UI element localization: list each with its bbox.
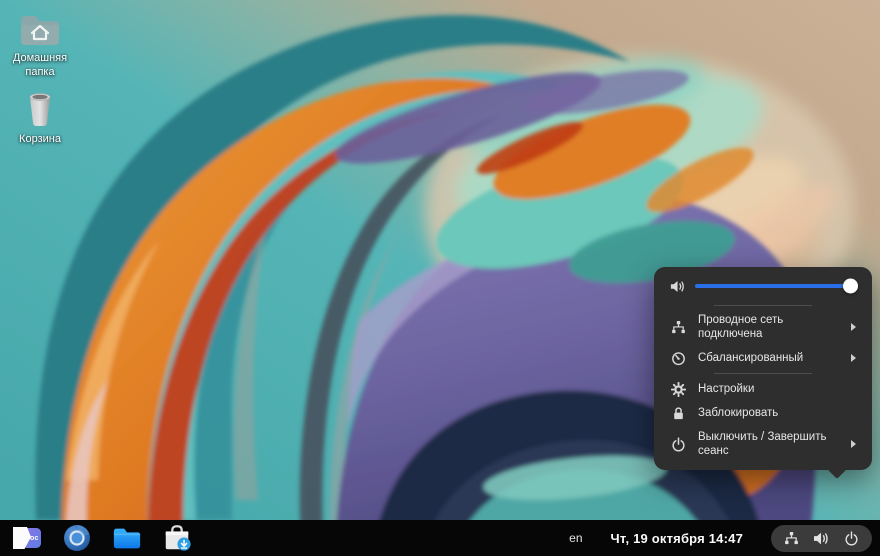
app-button-chromium[interactable] [62, 524, 92, 552]
app-button-software-center[interactable] [162, 524, 192, 552]
software-center-icon [162, 523, 192, 553]
power-icon [670, 437, 686, 452]
submenu-arrow-icon [851, 440, 856, 448]
tray-network-wired-icon[interactable] [784, 531, 799, 546]
app-button-myoffice[interactable]: oc [12, 524, 42, 552]
menu-item-network[interactable]: Проводное сеть подключена [654, 309, 872, 347]
menu-item-power-profile[interactable]: Сбалансированный [654, 346, 872, 370]
volume-row [654, 276, 872, 302]
myoffice-icon [12, 525, 42, 551]
tray-speaker-icon[interactable] [813, 531, 830, 546]
home-folder-icon [18, 11, 62, 49]
desktop: Домашняя папка Корзина [0, 0, 880, 520]
tray-power-icon[interactable] [844, 531, 859, 546]
submenu-arrow-icon [851, 354, 856, 362]
lock-icon [670, 406, 686, 421]
network-label: Проводное сеть подключена [698, 313, 820, 342]
power-profile-label: Сбалансированный [698, 351, 803, 365]
system-tray[interactable] [771, 525, 872, 552]
gear-icon [670, 382, 686, 397]
file-manager-icon [112, 525, 142, 551]
desktop-icon-trash[interactable]: Корзина [1, 88, 79, 147]
volume-slider-handle[interactable] [843, 279, 858, 294]
menu-item-settings[interactable]: Настройки [654, 377, 872, 401]
settings-label: Настройки [698, 382, 754, 396]
quick-settings-menu: Проводное сеть подключена Сбалансированн… [654, 267, 872, 471]
volume-slider[interactable] [695, 284, 856, 288]
menu-item-lock[interactable]: Заблокировать [654, 401, 872, 425]
power-menu-label: Выключить / Завершить сеанс [698, 430, 839, 459]
lock-label: Заблокировать [698, 406, 778, 420]
desktop-icon-home-folder[interactable]: Домашняя папка [1, 11, 79, 80]
menu-divider [714, 305, 812, 306]
clock[interactable]: Чт, 19 октября 14:47 [611, 531, 743, 546]
menu-item-power[interactable]: Выключить / Завершить сеанс [654, 425, 872, 463]
power-profile-gauge-icon [670, 351, 686, 366]
taskbar-apps: oc [0, 524, 192, 552]
keyboard-layout-indicator[interactable]: en [569, 531, 582, 545]
chromium-icon [63, 524, 91, 552]
trash-icon [18, 88, 62, 130]
menu-divider [714, 373, 812, 374]
speaker-icon [670, 279, 686, 294]
taskbar-status-area: en Чт, 19 октября 14:47 [569, 525, 880, 552]
submenu-arrow-icon [851, 323, 856, 331]
network-wired-icon [670, 320, 686, 335]
app-button-file-manager[interactable] [112, 524, 142, 552]
trash-label: Корзина [1, 133, 79, 147]
home-folder-label: Домашняя папка [1, 52, 79, 80]
taskbar: oc [0, 520, 880, 556]
